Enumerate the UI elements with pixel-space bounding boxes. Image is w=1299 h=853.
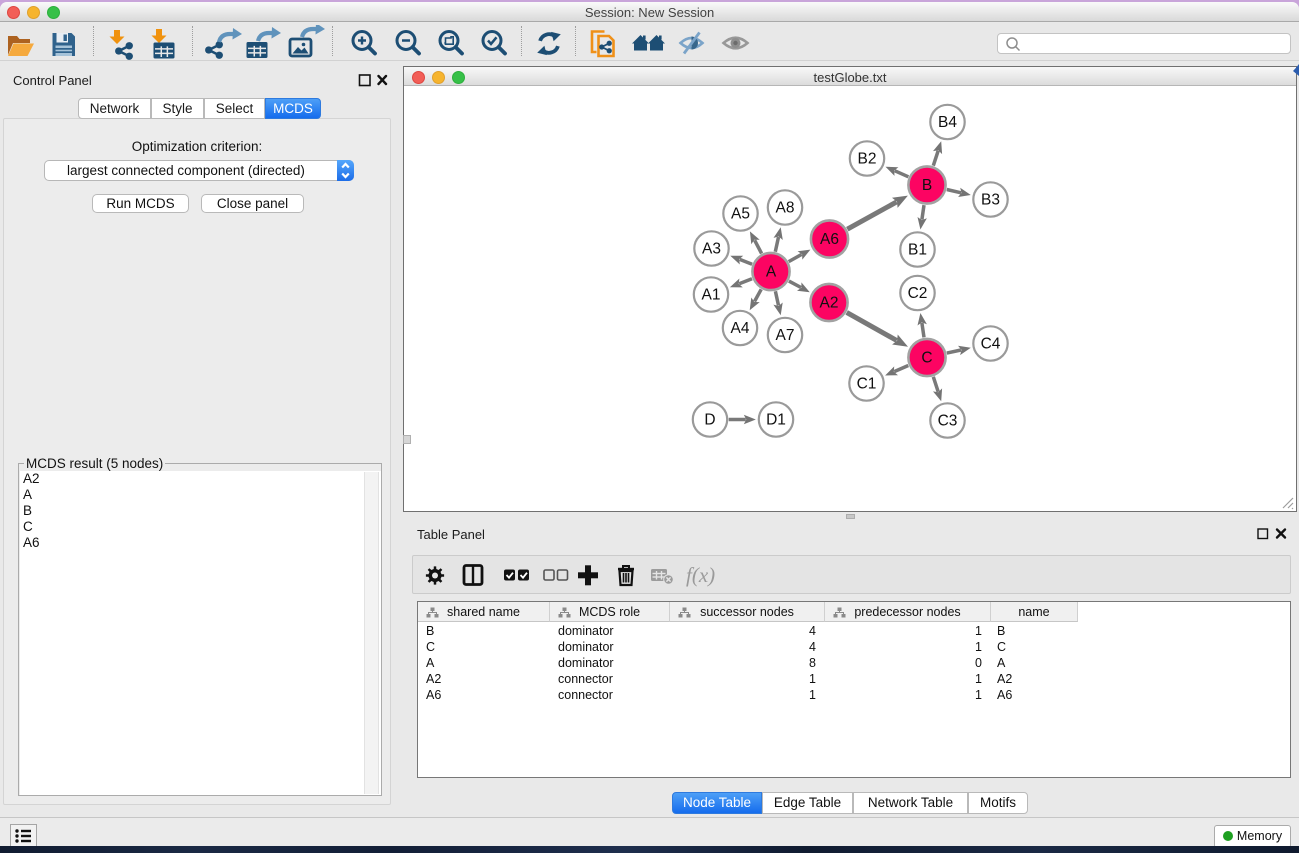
svg-text:C4: C4 xyxy=(981,336,1001,353)
svg-text:B: B xyxy=(922,177,932,194)
svg-text:D1: D1 xyxy=(766,412,786,429)
svg-text:f(x): f(x) xyxy=(686,563,715,587)
svg-text:A6: A6 xyxy=(820,231,839,248)
svg-text:C: C xyxy=(921,350,932,367)
svg-text:C2: C2 xyxy=(908,285,928,302)
svg-text:D: D xyxy=(704,412,715,429)
svg-text:B3: B3 xyxy=(981,192,1000,209)
svg-text:B4: B4 xyxy=(938,114,957,131)
svg-text:A1: A1 xyxy=(702,287,721,304)
svg-text:A8: A8 xyxy=(776,200,795,217)
svg-text:A7: A7 xyxy=(776,327,795,344)
svg-text:A3: A3 xyxy=(702,241,721,258)
svg-text:A4: A4 xyxy=(731,320,750,337)
svg-text:B1: B1 xyxy=(908,242,927,259)
svg-text:C3: C3 xyxy=(938,413,958,430)
svg-text:B2: B2 xyxy=(858,151,877,168)
svg-text:A2: A2 xyxy=(820,295,839,312)
svg-text:C1: C1 xyxy=(857,376,877,393)
svg-text:A: A xyxy=(766,264,777,281)
svg-text:A5: A5 xyxy=(731,206,750,223)
